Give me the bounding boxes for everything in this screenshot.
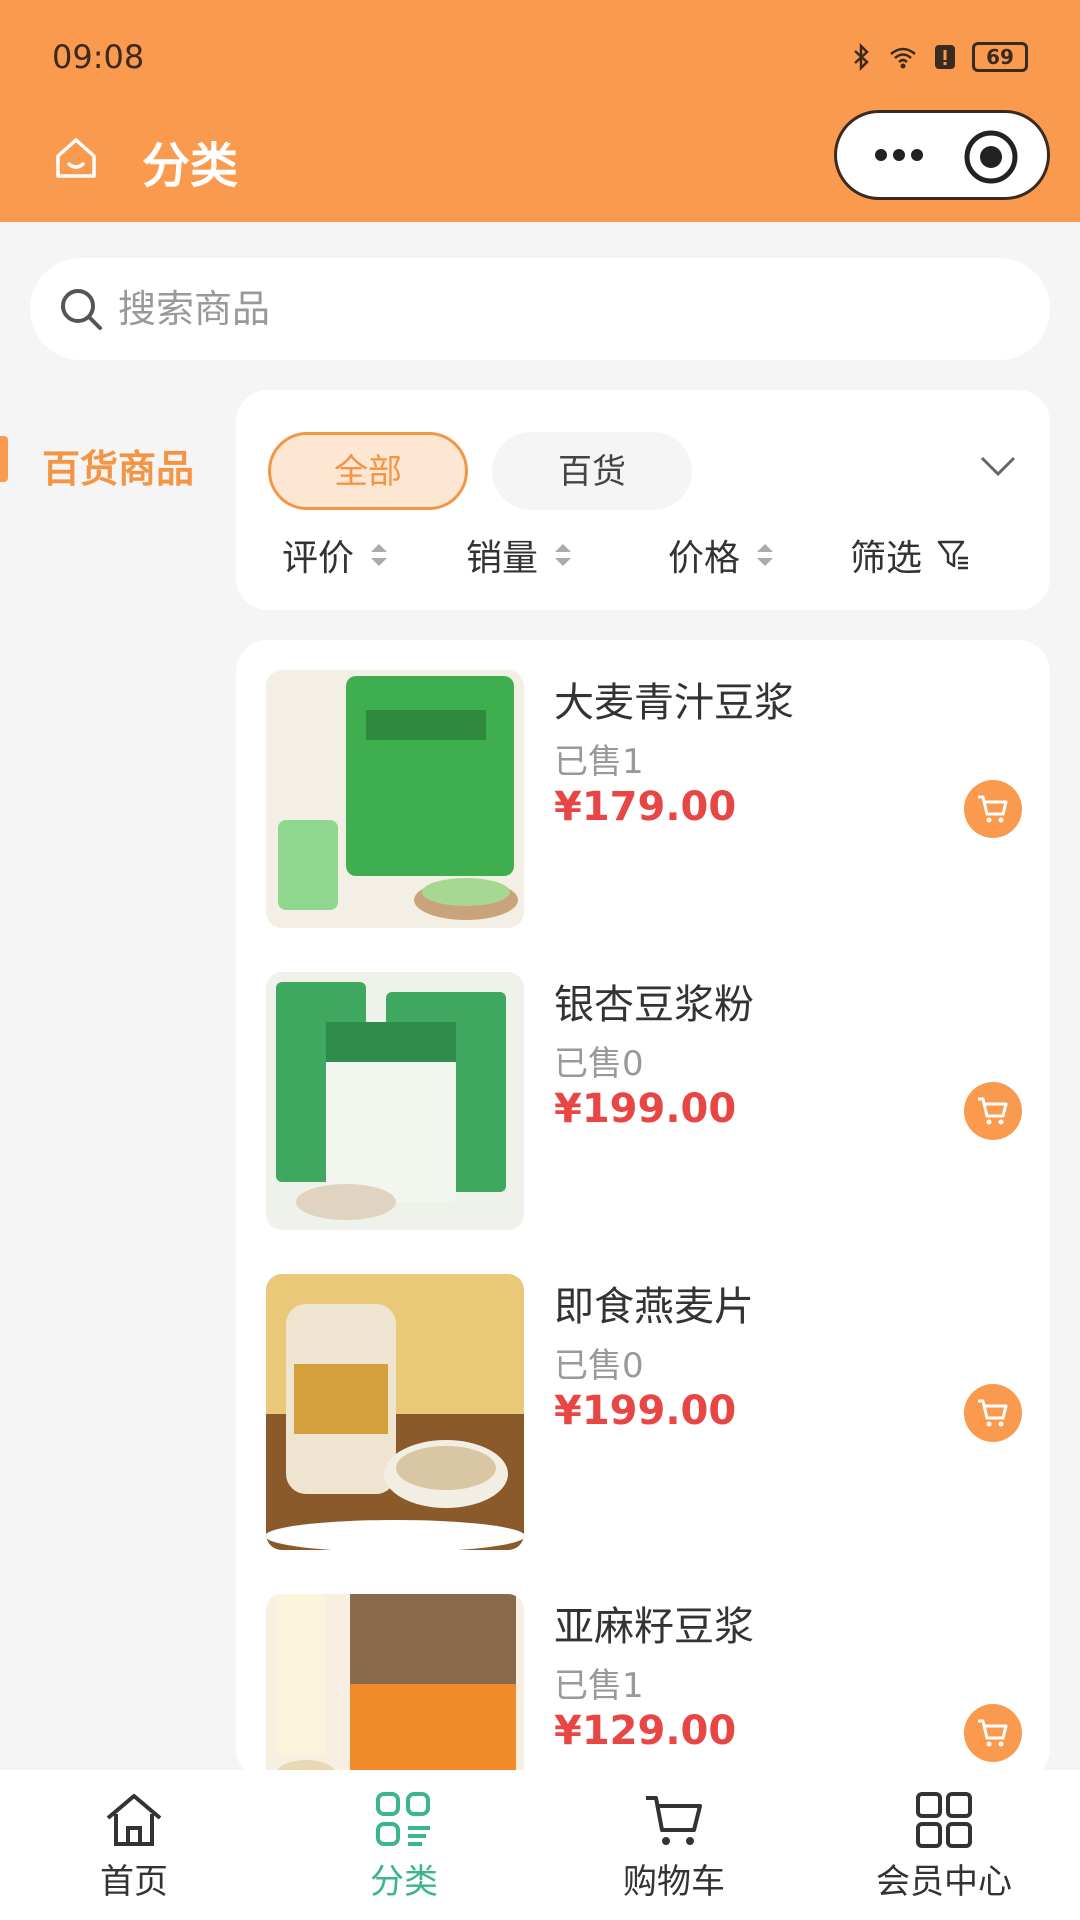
product-sold-count: 已售1 [554, 742, 644, 782]
tab-label: 会员中心 [876, 1862, 1012, 1902]
chevron-down-icon[interactable] [978, 454, 1018, 478]
sidebar-item-general-merchandise[interactable]: 百货商品 [0, 410, 220, 506]
tab-home[interactable]: 首页 [34, 1788, 234, 1903]
close-capsule-icon[interactable] [963, 129, 1019, 185]
product-price: ¥129.00 [554, 1708, 737, 1754]
category-icon [376, 1792, 430, 1846]
product-list: 大麦青汁豆浆 已售1 ¥179.00 银杏豆浆粉 已售0 ¥199.00 即食燕… [236, 640, 1050, 1780]
add-to-cart-button[interactable] [964, 1704, 1022, 1762]
chip-general-merchandise[interactable]: 百货 [492, 432, 692, 510]
tab-label: 购物车 [623, 1862, 725, 1902]
home-nav-icon[interactable] [52, 134, 100, 182]
product-name: 银杏豆浆粉 [554, 982, 754, 1028]
product-image[interactable] [266, 1594, 524, 1780]
search-input[interactable] [118, 278, 998, 340]
chip-all[interactable]: 全部 [268, 432, 468, 510]
product-item[interactable]: 大麦青汁豆浆 已售1 ¥179.00 [236, 640, 1050, 928]
sort-label: 评价 [282, 538, 355, 579]
sort-by-price[interactable]: 价格 [668, 530, 776, 580]
product-image[interactable] [266, 670, 524, 928]
funnel-icon [937, 540, 969, 570]
product-item[interactable]: 即食燕麦片 已售0 ¥199.00 [236, 1244, 1050, 1550]
product-price: ¥199.00 [554, 1388, 737, 1434]
product-item[interactable]: 银杏豆浆粉 已售0 ¥199.00 [236, 942, 1050, 1230]
bluetooth-icon [854, 42, 869, 72]
tab-member-center[interactable]: 会员中心 [844, 1788, 1044, 1903]
page-title: 分类 [142, 138, 239, 194]
cart-icon [978, 795, 1008, 823]
product-sold-count: 已售1 [554, 1666, 644, 1706]
add-to-cart-button[interactable] [964, 780, 1022, 838]
tab-category[interactable]: 分类 [304, 1788, 504, 1903]
product-thumbnail-flaxseed [266, 1594, 524, 1780]
filter-button[interactable]: 筛选 [850, 530, 970, 580]
add-to-cart-button[interactable] [964, 1384, 1022, 1442]
active-indicator [0, 436, 8, 482]
product-sold-count: 已售0 [554, 1044, 644, 1084]
sort-label: 销量 [466, 538, 539, 579]
product-name: 亚麻籽豆浆 [554, 1604, 754, 1650]
search-icon [61, 289, 102, 330]
mini-program-capsule [834, 110, 1050, 200]
sort-label: 筛选 [850, 538, 923, 579]
product-thumbnail-ginkgo [266, 972, 524, 1230]
product-thumbnail-barley [266, 670, 524, 928]
tab-label: 分类 [370, 1862, 438, 1902]
bottom-tab-bar: 首页 分类 购物车 会员中心 [0, 1770, 1080, 1920]
cart-icon [978, 1097, 1008, 1125]
sort-arrows-icon [555, 544, 572, 566]
sort-arrows-icon [757, 544, 774, 566]
tab-cart[interactable]: 购物车 [574, 1788, 774, 1903]
cart-icon [646, 1796, 702, 1845]
filter-panel: 全部 百货 评价 销量 价格 筛选 [236, 390, 1050, 610]
member-grid-icon [916, 1792, 972, 1848]
product-price: ¥199.00 [554, 1086, 737, 1132]
product-sold-count: 已售0 [554, 1346, 644, 1386]
sidebar-item-label: 百货商品 [42, 447, 195, 491]
battery-indicator: 69 [972, 42, 1028, 72]
search-bar[interactable] [30, 258, 1050, 360]
product-name: 大麦青汁豆浆 [554, 680, 794, 726]
product-name: 即食燕麦片 [554, 1284, 754, 1330]
home-icon [106, 1794, 162, 1846]
wifi-icon [890, 47, 916, 69]
product-item[interactable]: 亚麻籽豆浆 已售1 ¥129.00 [236, 1564, 1050, 1780]
cart-icon [978, 1719, 1008, 1747]
sort-by-sales[interactable]: 销量 [466, 530, 574, 580]
sort-by-rating[interactable]: 评价 [282, 530, 390, 580]
cart-icon [978, 1399, 1008, 1427]
status-icons: 69 [846, 42, 1028, 72]
sort-arrows-icon [371, 544, 388, 566]
product-thumbnail-oatmeal [266, 1274, 524, 1550]
header: 09:08 69 分类 [0, 0, 1080, 222]
status-time: 09:08 [52, 38, 145, 76]
more-icon[interactable] [873, 143, 925, 167]
tab-label: 首页 [100, 1862, 168, 1902]
product-image[interactable] [266, 972, 524, 1230]
alert-icon [935, 45, 955, 69]
product-price: ¥179.00 [554, 784, 737, 830]
product-image[interactable] [266, 1274, 524, 1550]
sort-label: 价格 [668, 538, 741, 579]
add-to-cart-button[interactable] [964, 1082, 1022, 1140]
